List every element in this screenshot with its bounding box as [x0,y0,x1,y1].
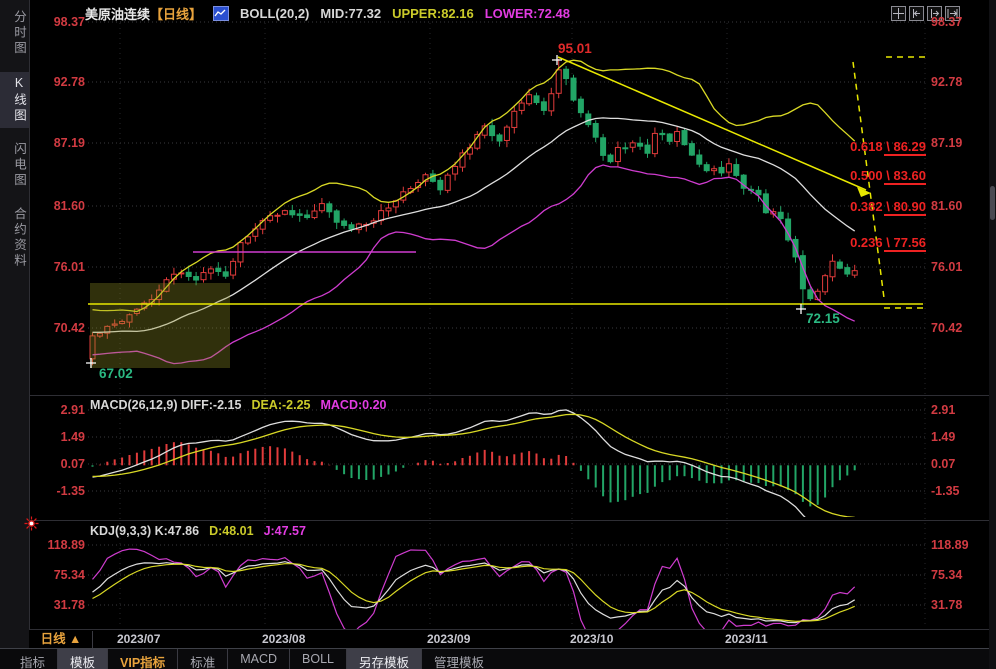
price-axis-left: 92.78 [32,75,85,89]
kdj-j-value: J:47.57 [264,524,306,538]
macd-axis-left: -1.35 [32,484,85,498]
date-tick: 2023/08 [262,632,305,646]
boll-lower-value: LOWER:72.48 [485,6,570,21]
tab-boll[interactable]: BOLL [289,649,346,669]
indicator-chart-icon [213,6,229,21]
macd-dea-value: DEA:-2.25 [251,398,310,412]
date-tick: 2023/10 [570,632,613,646]
tab-templates[interactable]: 模板 [57,649,107,669]
period-badge: 【日线】 [150,7,202,22]
macd-hist-value: MACD:0.20 [320,398,386,412]
date-tick: 2023/07 [117,632,160,646]
macd-title-diff: MACD(26,12,9) DIFF:-2.15 [90,398,241,412]
macd-axis-right: 2.91 [931,403,987,417]
symbol-name: 美原油连续 [85,7,150,22]
price-axis-right: 98.37 [931,15,987,29]
trading-app: 分时图 K线图 闪电图 合约资料 美原油连续【日线】 BOLL(20,2) MI… [0,0,996,669]
scrollbar-thumb[interactable] [990,186,995,220]
price-axis-left: 76.01 [32,260,85,274]
fib-level-label: 0.382 \ 80.90 [838,199,926,214]
price-axis-right: 87.19 [931,136,987,150]
bottom-tabbar: 指标 模板 VIP指标 标准 MACD BOLL 另存模板 管理模板 [0,648,996,669]
sidebar-item-contract[interactable]: 合约资料 [0,203,29,273]
date-axis-row: 日线 ▲ 2023/07 2023/08 2023/09 2023/10 202… [29,629,996,649]
macd-axis-right: 1.49 [931,430,987,444]
kdj-title-k: KDJ(9,3,3) K:47.86 [90,524,199,538]
kdj-axis-right: 31.78 [931,598,987,612]
macd-axis-left: 2.91 [32,403,85,417]
fib-level-label: 0.500 \ 83.60 [838,168,926,183]
fib-level-label: 0.618 \ 86.29 [838,139,926,154]
price-axis-right: 81.60 [931,199,987,213]
sidebar-item-kline[interactable]: K线图 [0,72,29,128]
chart-titlebar: 美原油连续【日线】 BOLL(20,2) MID:77.32 UPPER:82.… [85,4,570,22]
chart-canvas[interactable] [0,0,996,669]
low-price-label: 67.02 [99,366,133,381]
price-axis-right: 70.42 [931,321,987,335]
kdj-axis-left: 118.89 [32,538,85,552]
kdj-axis-right: 75.34 [931,568,987,582]
price-axis-left: 81.60 [32,199,85,213]
vertical-scrollbar[interactable] [989,0,996,669]
date-tick: 2023/09 [427,632,470,646]
recent-low-price-label: 72.15 [806,311,840,326]
shift-left-icon[interactable] [909,6,924,21]
boll-upper-value: UPPER:82.16 [392,6,474,21]
symbol-title: 美原油连续【日线】 [85,4,202,23]
tab-standard[interactable]: 标准 [177,649,227,669]
macd-axis-right: -1.35 [931,484,987,498]
boll-mid-value: MID:77.32 [320,6,381,21]
price-axis-left: 70.42 [32,321,85,335]
boll-params-label: BOLL(20,2) [240,6,309,21]
price-axis-left: 87.19 [32,136,85,150]
kdj-panel-header: KDJ(9,3,3) K:47.86 D:48.01 J:47.57 [90,524,306,538]
kdj-axis-right: 118.89 [931,538,987,552]
date-tick: 2023/11 [725,632,768,646]
kdj-d-value: D:48.01 [209,524,253,538]
macd-axis-left: 0.07 [32,457,85,471]
macd-panel-header: MACD(26,12,9) DIFF:-2.15 DEA:-2.25 MACD:… [90,398,386,412]
price-axis-right: 76.01 [931,260,987,274]
tab-macd[interactable]: MACD [227,649,289,669]
macd-axis-left: 1.49 [32,430,85,444]
price-axis-right: 92.78 [931,75,987,89]
alert-marker-icon[interactable] [24,516,39,536]
sidebar-item-flash[interactable]: 闪电图 [0,138,29,193]
kdj-axis-left: 31.78 [32,598,85,612]
price-axis-left: 98.37 [32,15,85,29]
tab-save-template[interactable]: 另存模板 [346,649,421,669]
sidebar-item-timeline[interactable]: 分时图 [0,6,29,61]
tab-vip-indicators[interactable]: VIP指标 [107,649,177,669]
period-selector-button[interactable]: 日线 ▲ [30,631,93,648]
tab-manage-template[interactable]: 管理模板 [421,649,496,669]
peak-price-label: 95.01 [558,41,592,56]
tab-indicators[interactable]: 指标 [8,649,57,669]
fib-level-label: 0.236 \ 77.56 [838,235,926,250]
left-sidebar: 分时图 K线图 闪电图 合约资料 [0,0,30,669]
crosshair-icon[interactable] [891,6,906,21]
macd-axis-right: 0.07 [931,457,987,471]
kdj-axis-left: 75.34 [32,568,85,582]
